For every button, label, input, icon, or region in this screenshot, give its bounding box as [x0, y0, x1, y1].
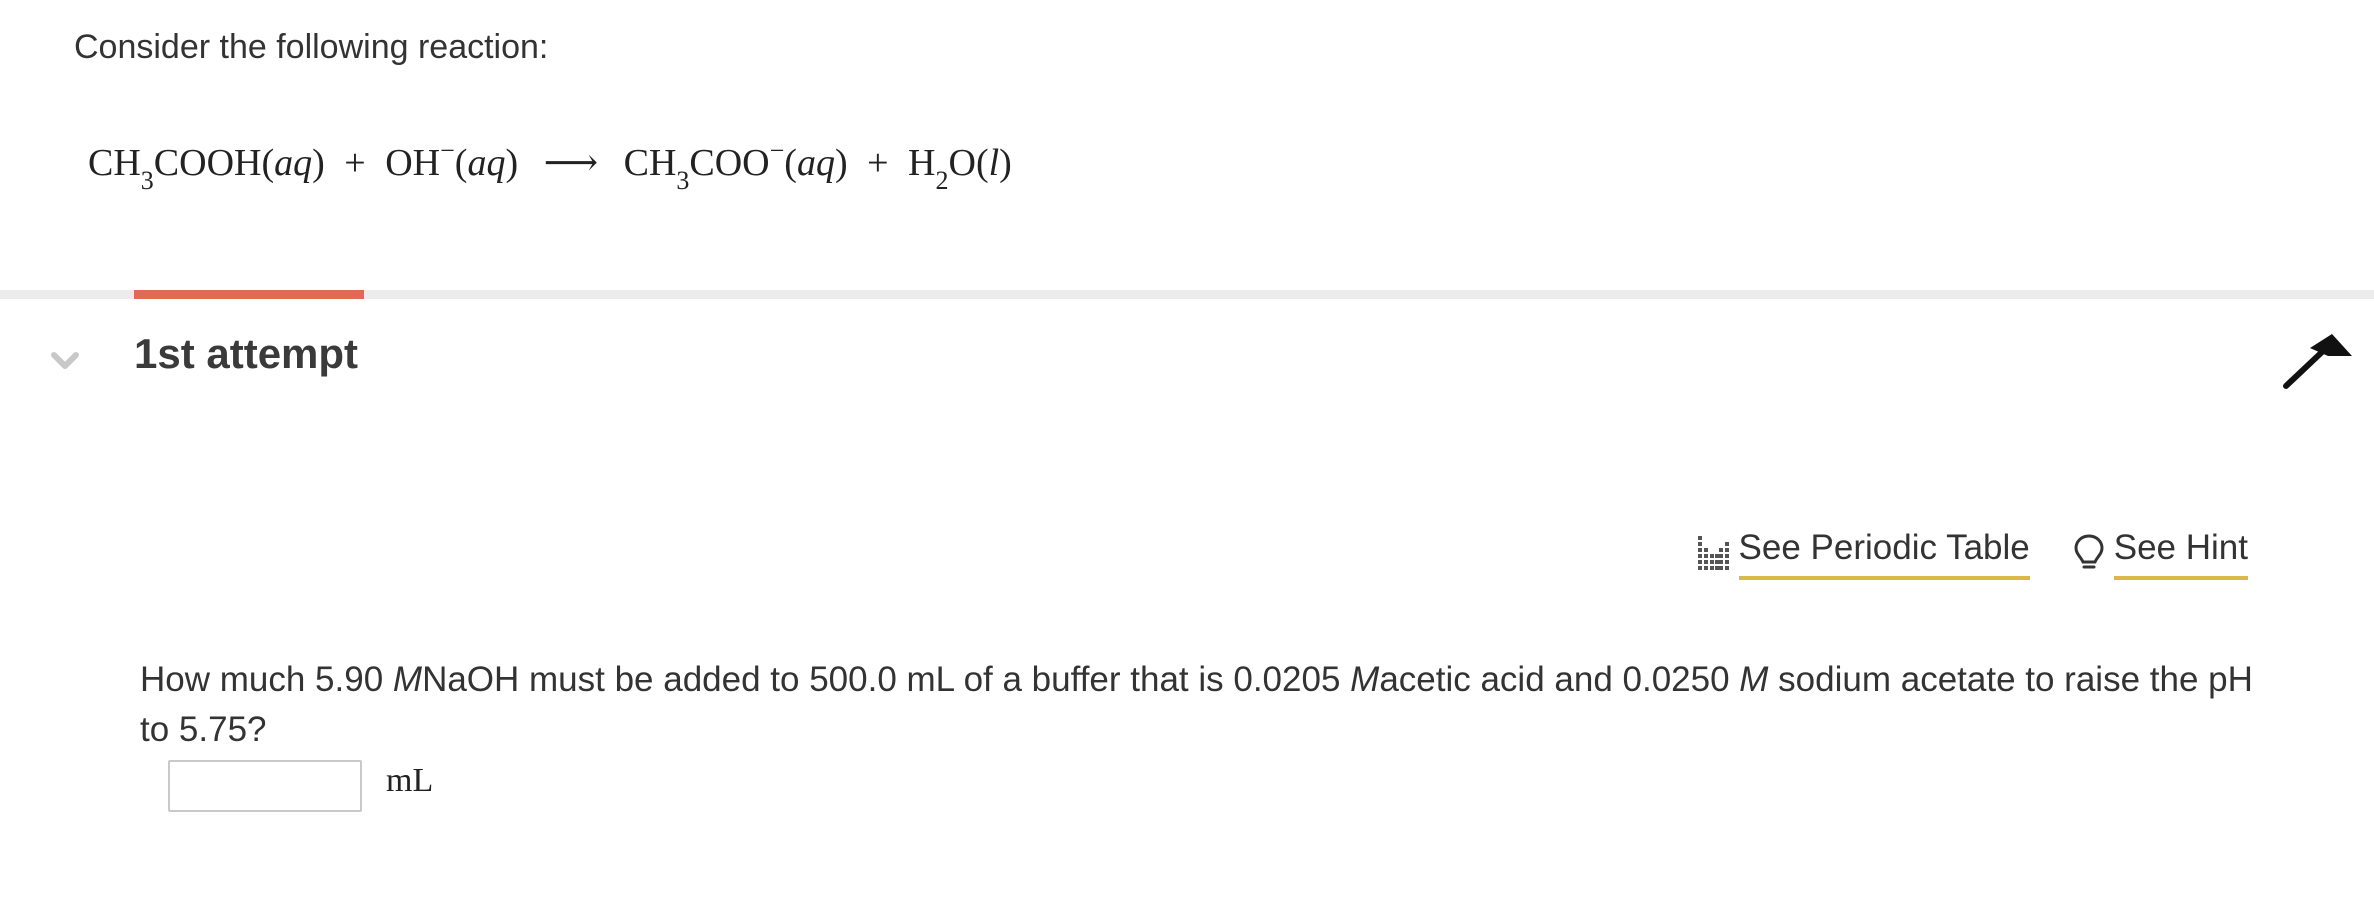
reaction-arrow: ⟶	[543, 142, 599, 184]
reaction-equation: CH3COOH(aq) + OH−(aq) ⟶ CH3COO−(aq) + H2…	[88, 136, 1012, 195]
plus-sign: +	[867, 142, 889, 184]
prompt-intro: Consider the following reaction:	[74, 28, 549, 66]
plus-sign: +	[344, 142, 366, 184]
see-periodic-table-label: See Periodic Table	[1738, 528, 2030, 580]
attempt-title: 1st attempt	[134, 330, 359, 377]
flag-icon[interactable]	[2282, 334, 2354, 390]
question-text: How much 5.90 MNaOH must be added to 500…	[140, 660, 2253, 749]
attempt-accent-bar	[134, 290, 364, 299]
question-page: Consider the following reaction: CH3COOH…	[0, 0, 2374, 902]
see-hint-label: See Hint	[2113, 528, 2248, 580]
reactant-hydroxide: OH−(aq)	[385, 136, 519, 184]
lightbulb-icon	[2074, 534, 2104, 569]
see-periodic-table-link[interactable]: See Periodic Table	[1697, 528, 2030, 580]
reactant-acetic-acid: CH3COOH(aq)	[88, 142, 325, 195]
question-tools: See Periodic Table See Hint	[1697, 528, 2248, 580]
product-acetate: CH3COO−(aq)	[623, 136, 848, 195]
answer-input[interactable]	[168, 760, 362, 812]
chevron-down-icon[interactable]	[50, 345, 80, 375]
product-water: H2O(l)	[908, 142, 1012, 195]
see-hint-link[interactable]: See Hint	[2072, 528, 2248, 580]
periodic-table-icon	[1697, 536, 1729, 570]
answer-unit: mL	[386, 762, 434, 799]
